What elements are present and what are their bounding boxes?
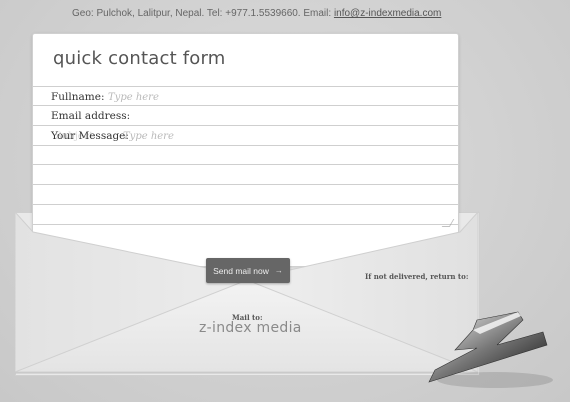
envelope-front bbox=[15, 210, 479, 374]
email-label: Email address: bbox=[51, 110, 131, 122]
fullname-label: Fullname: bbox=[51, 91, 105, 103]
email-input[interactable] bbox=[133, 111, 433, 123]
line-divider bbox=[33, 125, 458, 126]
email-link[interactable]: info@z-indexmedia.com bbox=[334, 8, 441, 19]
send-mail-button[interactable]: Send mail now → bbox=[206, 258, 290, 283]
fullname-input[interactable]: Type here bbox=[108, 92, 159, 103]
message-textarea[interactable]: Type here bbox=[123, 131, 174, 142]
recipient-company: z-index media bbox=[199, 320, 302, 336]
line-divider bbox=[33, 105, 458, 106]
return-address-label: If not delivered, return to: bbox=[365, 272, 469, 281]
form-title: quick contact form bbox=[53, 48, 226, 69]
line-divider bbox=[33, 184, 458, 185]
line-divider bbox=[33, 204, 458, 205]
z-logo-icon bbox=[428, 311, 553, 388]
contact-info-text: Geo: Pulchok, Lalitpur, Nepal. Tel: +977… bbox=[72, 8, 334, 19]
line-divider bbox=[33, 145, 458, 146]
line-divider bbox=[33, 86, 458, 87]
message-label: Your Message: bbox=[51, 130, 129, 142]
line-divider bbox=[33, 164, 458, 165]
send-mail-label: Send mail now bbox=[213, 265, 269, 276]
arrow-right-icon: → bbox=[274, 266, 283, 275]
